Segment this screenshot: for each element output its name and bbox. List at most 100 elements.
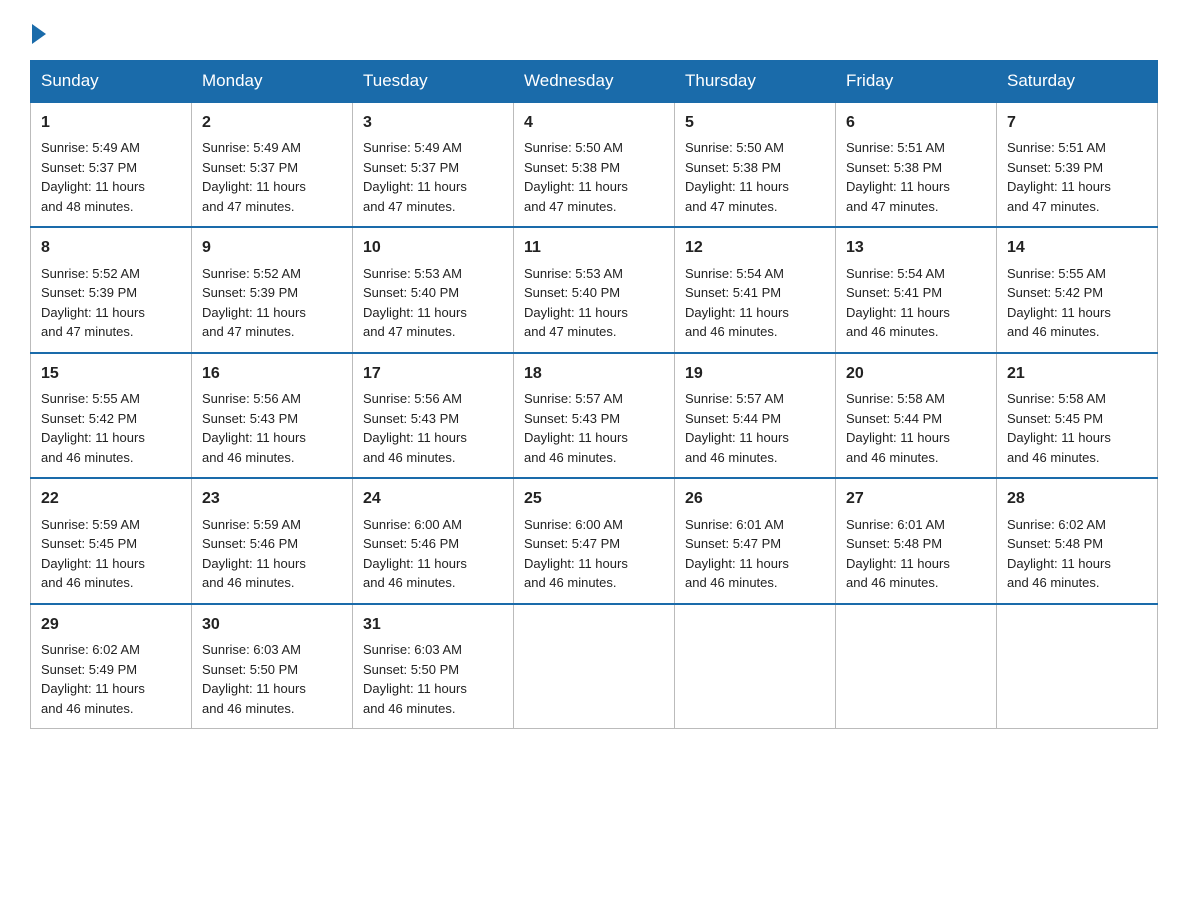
calendar-cell: 16 Sunrise: 5:56 AMSunset: 5:43 PMDayligh… (192, 353, 353, 478)
week-row-3: 15Sunrise: 5:55 AMSunset: 5:42 PMDayligh… (31, 353, 1158, 478)
day-info: Sunrise: 5:50 AMSunset: 5:38 PMDaylight:… (685, 140, 789, 214)
day-info: Sunrise: 5:57 AMSunset: 5:44 PMDaylight:… (685, 391, 789, 465)
day-number: 17 (363, 362, 503, 385)
calendar-cell: 28 Sunrise: 6:02 AMSunset: 5:48 PMDayligh… (997, 478, 1158, 603)
calendar-cell: 25 Sunrise: 6:00 AMSunset: 5:47 PMDayligh… (514, 478, 675, 603)
day-info: Sunrise: 5:57 AMSunset: 5:43 PMDaylight:… (524, 391, 628, 465)
calendar-cell: 19 Sunrise: 5:57 AMSunset: 5:44 PMDayligh… (675, 353, 836, 478)
calendar-cell: 7Sunrise: 5:51 AMSunset: 5:39 PMDaylight… (997, 102, 1158, 227)
week-row-2: 8 Sunrise: 5:52 AMSunset: 5:39 PMDaylight… (31, 227, 1158, 352)
day-info: Sunrise: 6:01 AMSunset: 5:48 PMDaylight:… (846, 517, 950, 591)
day-info: Sunrise: 5:54 AMSunset: 5:41 PMDaylight:… (685, 266, 789, 340)
day-info: Sunrise: 5:59 AMSunset: 5:46 PMDaylight:… (202, 517, 306, 591)
day-info: Sunrise: 6:02 AMSunset: 5:49 PMDaylight:… (41, 642, 145, 716)
day-info: Sunrise: 5:54 AMSunset: 5:41 PMDaylight:… (846, 266, 950, 340)
calendar-cell: 2 Sunrise: 5:49 AMSunset: 5:37 PMDaylight… (192, 102, 353, 227)
calendar-cell: 5 Sunrise: 5:50 AMSunset: 5:38 PMDaylight… (675, 102, 836, 227)
day-number: 19 (685, 362, 825, 385)
logo-arrow-icon (32, 24, 46, 44)
day-info: Sunrise: 5:53 AMSunset: 5:40 PMDaylight:… (524, 266, 628, 340)
day-info: Sunrise: 5:56 AMSunset: 5:43 PMDaylight:… (202, 391, 306, 465)
calendar-cell: 4 Sunrise: 5:50 AMSunset: 5:38 PMDaylight… (514, 102, 675, 227)
day-number: 11 (524, 236, 664, 259)
header-wednesday: Wednesday (514, 61, 675, 103)
calendar-cell: 8 Sunrise: 5:52 AMSunset: 5:39 PMDaylight… (31, 227, 192, 352)
day-number: 15 (41, 362, 181, 385)
calendar-cell (836, 604, 997, 729)
day-info: Sunrise: 6:01 AMSunset: 5:47 PMDaylight:… (685, 517, 789, 591)
header-thursday: Thursday (675, 61, 836, 103)
day-number: 28 (1007, 487, 1147, 510)
calendar-cell: 10 Sunrise: 5:53 AMSunset: 5:40 PMDayligh… (353, 227, 514, 352)
day-info: Sunrise: 6:03 AMSunset: 5:50 PMDaylight:… (202, 642, 306, 716)
day-number: 16 (202, 362, 342, 385)
calendar-cell: 24Sunrise: 6:00 AMSunset: 5:46 PMDayligh… (353, 478, 514, 603)
header-saturday: Saturday (997, 61, 1158, 103)
day-number: 10 (363, 236, 503, 259)
day-info: Sunrise: 6:02 AMSunset: 5:48 PMDaylight:… (1007, 517, 1111, 591)
calendar-cell: 1 Sunrise: 5:49 AMSunset: 5:37 PMDaylight… (31, 102, 192, 227)
day-number: 26 (685, 487, 825, 510)
calendar-cell: 26 Sunrise: 6:01 AMSunset: 5:47 PMDayligh… (675, 478, 836, 603)
calendar-header-row: SundayMondayTuesdayWednesdayThursdayFrid… (31, 61, 1158, 103)
day-info: Sunrise: 5:58 AMSunset: 5:45 PMDaylight:… (1007, 391, 1111, 465)
header-monday: Monday (192, 61, 353, 103)
calendar-cell: 3Sunrise: 5:49 AMSunset: 5:37 PMDaylight… (353, 102, 514, 227)
day-info: Sunrise: 5:58 AMSunset: 5:44 PMDaylight:… (846, 391, 950, 465)
day-info: Sunrise: 5:55 AMSunset: 5:42 PMDaylight:… (1007, 266, 1111, 340)
day-number: 4 (524, 111, 664, 134)
week-row-1: 1 Sunrise: 5:49 AMSunset: 5:37 PMDaylight… (31, 102, 1158, 227)
header-tuesday: Tuesday (353, 61, 514, 103)
day-info: Sunrise: 5:56 AMSunset: 5:43 PMDaylight:… (363, 391, 467, 465)
day-number: 12 (685, 236, 825, 259)
calendar-cell (675, 604, 836, 729)
calendar-cell: 29Sunrise: 6:02 AMSunset: 5:49 PMDayligh… (31, 604, 192, 729)
calendar-cell (514, 604, 675, 729)
day-number: 8 (41, 236, 181, 259)
day-number: 14 (1007, 236, 1147, 259)
calendar-cell: 22 Sunrise: 5:59 AMSunset: 5:45 PMDayligh… (31, 478, 192, 603)
calendar-cell: 11 Sunrise: 5:53 AMSunset: 5:40 PMDayligh… (514, 227, 675, 352)
day-info: Sunrise: 5:53 AMSunset: 5:40 PMDaylight:… (363, 266, 467, 340)
day-number: 27 (846, 487, 986, 510)
day-number: 23 (202, 487, 342, 510)
calendar-cell: 17 Sunrise: 5:56 AMSunset: 5:43 PMDayligh… (353, 353, 514, 478)
week-row-5: 29Sunrise: 6:02 AMSunset: 5:49 PMDayligh… (31, 604, 1158, 729)
day-info: Sunrise: 5:51 AMSunset: 5:38 PMDaylight:… (846, 140, 950, 214)
calendar-cell: 18 Sunrise: 5:57 AMSunset: 5:43 PMDayligh… (514, 353, 675, 478)
header-friday: Friday (836, 61, 997, 103)
calendar-cell: 9Sunrise: 5:52 AMSunset: 5:39 PMDaylight… (192, 227, 353, 352)
calendar-cell: 13 Sunrise: 5:54 AMSunset: 5:41 PMDayligh… (836, 227, 997, 352)
day-info: Sunrise: 5:49 AMSunset: 5:37 PMDaylight:… (202, 140, 306, 214)
calendar-cell: 21 Sunrise: 5:58 AMSunset: 5:45 PMDayligh… (997, 353, 1158, 478)
calendar-table: SundayMondayTuesdayWednesdayThursdayFrid… (30, 60, 1158, 729)
logo (30, 20, 46, 40)
day-info: Sunrise: 6:03 AMSunset: 5:50 PMDaylight:… (363, 642, 467, 716)
day-info: Sunrise: 5:52 AMSunset: 5:39 PMDaylight:… (41, 266, 145, 340)
day-number: 24 (363, 487, 503, 510)
day-number: 13 (846, 236, 986, 259)
calendar-cell: 14 Sunrise: 5:55 AMSunset: 5:42 PMDayligh… (997, 227, 1158, 352)
day-number: 22 (41, 487, 181, 510)
day-info: Sunrise: 5:51 AMSunset: 5:39 PMDaylight:… (1007, 140, 1111, 214)
calendar-cell: 15Sunrise: 5:55 AMSunset: 5:42 PMDayligh… (31, 353, 192, 478)
day-info: Sunrise: 5:50 AMSunset: 5:38 PMDaylight:… (524, 140, 628, 214)
day-info: Sunrise: 5:59 AMSunset: 5:45 PMDaylight:… (41, 517, 145, 591)
day-number: 2 (202, 111, 342, 134)
day-info: Sunrise: 6:00 AMSunset: 5:47 PMDaylight:… (524, 517, 628, 591)
page-header (30, 20, 1158, 40)
day-info: Sunrise: 5:49 AMSunset: 5:37 PMDaylight:… (41, 140, 145, 214)
day-number: 25 (524, 487, 664, 510)
day-number: 30 (202, 613, 342, 636)
calendar-cell (997, 604, 1158, 729)
calendar-cell: 30 Sunrise: 6:03 AMSunset: 5:50 PMDayligh… (192, 604, 353, 729)
day-number: 6 (846, 111, 986, 134)
calendar-cell: 27 Sunrise: 6:01 AMSunset: 5:48 PMDayligh… (836, 478, 997, 603)
calendar-cell: 31Sunrise: 6:03 AMSunset: 5:50 PMDayligh… (353, 604, 514, 729)
day-info: Sunrise: 5:49 AMSunset: 5:37 PMDaylight:… (363, 140, 467, 214)
day-number: 18 (524, 362, 664, 385)
calendar-cell: 6 Sunrise: 5:51 AMSunset: 5:38 PMDaylight… (836, 102, 997, 227)
day-number: 5 (685, 111, 825, 134)
day-number: 1 (41, 111, 181, 134)
day-number: 21 (1007, 362, 1147, 385)
